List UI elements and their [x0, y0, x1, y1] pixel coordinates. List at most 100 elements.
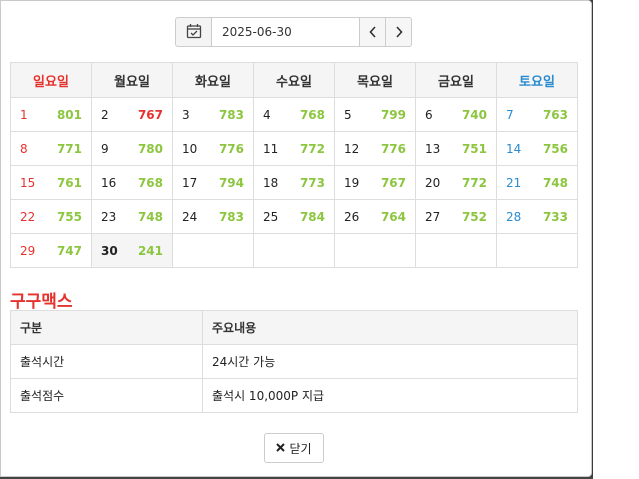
calendar-button[interactable] — [175, 17, 212, 47]
day-number: 18 — [263, 175, 279, 190]
attendance-count: 768 — [137, 175, 163, 190]
day-number: 19 — [344, 175, 360, 190]
calendar-day-cell[interactable]: 14 756 — [496, 131, 578, 166]
day-number: 17 — [182, 175, 198, 190]
calendar-day-cell[interactable]: 24 783 — [172, 199, 254, 234]
day-number: 24 — [182, 209, 198, 224]
calendar-day-cell[interactable]: 11 772 — [253, 131, 335, 166]
calendar-day-cell[interactable]: 3 783 — [172, 97, 254, 132]
attendance-count: 772 — [299, 141, 325, 156]
info-table: 구분 주요내용 출석시간 24시간 가능 출석점수 출석시 10,000P 지급 — [10, 310, 578, 413]
calendar-day-cell[interactable]: 27 752 — [415, 199, 497, 234]
calendar-day-cell[interactable]: 10 776 — [172, 131, 254, 166]
calendar-day-cell[interactable]: 26 764 — [334, 199, 416, 234]
day-number: 27 — [425, 209, 441, 224]
day-number: 1 — [20, 107, 28, 122]
calendar-week-row: 15 761 16 768 17 794 18 773 19 767 20 772 21 748 — [10, 165, 578, 200]
calendar-day-cell[interactable]: 30 241 — [91, 233, 173, 268]
attendance-count: 767 — [380, 175, 406, 190]
chevron-right-icon — [395, 23, 403, 42]
attendance-count: 751 — [461, 141, 487, 156]
calendar-empty-cell — [172, 233, 254, 268]
calendar-day-cell[interactable]: 9 780 — [91, 131, 173, 166]
calendar-day-cell[interactable]: 22 755 — [10, 199, 92, 234]
attendance-count: 768 — [299, 107, 325, 122]
calendar-day-cell[interactable]: 4 768 — [253, 97, 335, 132]
calendar-day-cell[interactable]: 19 767 — [334, 165, 416, 200]
attendance-count: 733 — [542, 209, 568, 224]
calendar-week-row: 1 801 2 767 3 783 4 768 5 799 6 740 7 763 — [10, 97, 578, 132]
table-row: 출석점수 출석시 10,000P 지급 — [10, 378, 578, 413]
day-number: 5 — [344, 107, 352, 122]
date-input[interactable] — [212, 17, 360, 47]
calendar-day-cell[interactable]: 1 801 — [10, 97, 92, 132]
calendar-empty-cell — [415, 233, 497, 268]
attendance-count: 771 — [56, 141, 82, 156]
calendar-day-cell[interactable]: 6 740 — [415, 97, 497, 132]
attendance-count: 755 — [56, 209, 82, 224]
day-number: 8 — [20, 141, 28, 156]
close-icon — [276, 441, 286, 455]
calendar-day-cell[interactable]: 18 773 — [253, 165, 335, 200]
day-number: 20 — [425, 175, 441, 190]
calendar-day-cell[interactable]: 8 771 — [10, 131, 92, 166]
info-cell-label: 출석시간 — [10, 344, 203, 379]
day-number: 15 — [20, 175, 36, 190]
calendar-day-cell[interactable]: 12 776 — [334, 131, 416, 166]
day-number: 11 — [263, 141, 279, 156]
attendance-count: 784 — [299, 209, 325, 224]
calendar-day-cell[interactable]: 23 748 — [91, 199, 173, 234]
day-number: 4 — [263, 107, 271, 122]
attendance-count: 799 — [380, 107, 406, 122]
close-button[interactable]: 닫기 — [264, 433, 324, 463]
next-month-button[interactable] — [386, 17, 412, 47]
prev-month-button[interactable] — [360, 17, 386, 47]
calendar-day-cell[interactable]: 21 748 — [496, 165, 578, 200]
table-row: 출석시간 24시간 가능 — [10, 344, 578, 379]
calendar-day-cell[interactable]: 29 747 — [10, 233, 92, 268]
calendar-day-cell[interactable]: 28 733 — [496, 199, 578, 234]
day-number: 10 — [182, 141, 198, 156]
calendar-day-cell[interactable]: 13 751 — [415, 131, 497, 166]
attendance-count: 748 — [542, 175, 568, 190]
day-number: 30 — [101, 243, 118, 258]
calendar-day-cell[interactable]: 15 761 — [10, 165, 92, 200]
calendar-day-cell[interactable]: 25 784 — [253, 199, 335, 234]
weekday-header: 일요일 — [10, 62, 92, 98]
day-number: 23 — [101, 209, 117, 224]
calendar-day-cell[interactable]: 16 768 — [91, 165, 173, 200]
close-button-label: 닫기 — [289, 441, 312, 456]
attendance-count: 763 — [542, 107, 568, 122]
weekday-header: 수요일 — [253, 62, 335, 98]
day-number: 9 — [101, 141, 109, 156]
calendar-day-cell[interactable]: 2 767 — [91, 97, 173, 132]
info-cell-value: 24시간 가능 — [202, 344, 578, 379]
day-number: 28 — [506, 209, 522, 224]
weekday-header: 금요일 — [415, 62, 497, 98]
day-number: 26 — [344, 209, 360, 224]
weekday-header: 토요일 — [496, 62, 578, 98]
day-number: 14 — [506, 141, 522, 156]
day-number: 12 — [344, 141, 360, 156]
calendar-empty-cell — [496, 233, 578, 268]
calendar-check-icon — [186, 23, 202, 42]
day-number: 21 — [506, 175, 522, 190]
info-cell-value: 출석시 10,000P 지급 — [202, 378, 578, 413]
calendar-empty-cell — [334, 233, 416, 268]
calendar-day-cell[interactable]: 7 763 — [496, 97, 578, 132]
date-picker — [175, 17, 412, 47]
weekday-header: 목요일 — [334, 62, 416, 98]
calendar-day-cell[interactable]: 17 794 — [172, 165, 254, 200]
day-number: 2 — [101, 107, 109, 122]
attendance-count: 756 — [542, 141, 568, 156]
calendar-day-cell[interactable]: 20 772 — [415, 165, 497, 200]
attendance-count: 801 — [56, 107, 82, 122]
backdrop — [593, 0, 639, 479]
attendance-count: 783 — [218, 107, 244, 122]
attendance-count: 783 — [218, 209, 244, 224]
attendance-calendar: 일요일 월요일 화요일 수요일 목요일 금요일 토요일 1 801 2 767 3 783 4 768 5 7… — [10, 62, 578, 268]
attendance-count: 764 — [380, 209, 406, 224]
attendance-count: 241 — [137, 243, 163, 258]
calendar-day-cell[interactable]: 5 799 — [334, 97, 416, 132]
weekday-header-row: 일요일 월요일 화요일 수요일 목요일 금요일 토요일 — [10, 62, 578, 98]
